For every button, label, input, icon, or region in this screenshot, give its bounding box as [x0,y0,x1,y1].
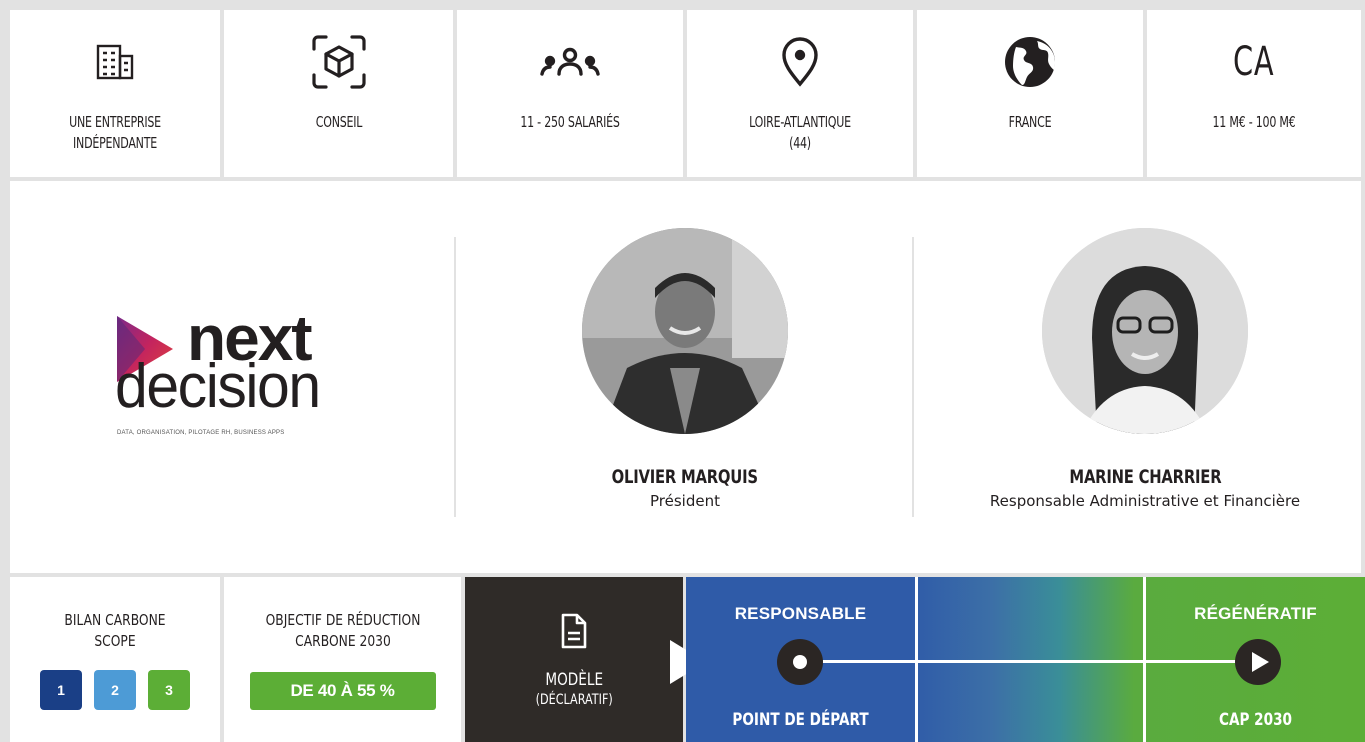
scale-line [802,660,1248,663]
scope-badge-2: 2 [94,670,136,710]
person-name: OLIVIER MARQUIS [611,466,759,488]
scale-start-caption: POINT DE DÉPART [732,710,869,730]
info-employees: 11 - 250 SALARIÉS [457,10,683,177]
company-panel: next decision DATA, ORGANISATION, PILOTA… [10,181,1361,573]
end-point-play-icon [1235,639,1281,685]
scale-start-label: RESPONSABLE [734,604,867,623]
model-cell: MODÈLE (DÉCLARATIF) [465,577,706,742]
company-type-label: UNE ENTREPRISE INDÉPENDANTE [69,113,161,152]
person-card: OLIVIER MARQUIS Président [475,228,895,510]
avatar [582,228,788,434]
model-subtitle: (DÉCLARATIF) [535,692,613,708]
globe-icon [1004,32,1056,92]
cube-scan-icon [310,32,368,92]
scope-badges: 1 2 3 [40,670,190,710]
building-icon [95,32,135,92]
scale-end-caption: CAP 2030 [1218,710,1293,730]
document-icon [561,613,587,654]
page-frame: UNE ENTREPRISE INDÉPENDANTE CONSEIL 11 -… [0,0,1365,742]
logo-tagline: DATA, ORGANISATION, PILOTAGE RH, BUSINES… [117,430,285,436]
revenue-icon-text: CA [1233,39,1275,85]
info-company-type: UNE ENTREPRISE INDÉPENDANTE [10,10,220,177]
company-logo: next decision DATA, ORGANISATION, PILOTA… [115,306,355,446]
panel-divider [454,237,456,517]
maturity-scale: RESPONSABLE RÉGÉNÉRATIF POINT DE DÉPART … [686,577,1365,742]
scale-end-label: RÉGÉNÉRATIF [1194,604,1317,623]
revenue-ca-icon: CA [1225,32,1282,92]
scope-badge-3: 3 [148,670,190,710]
person-card: MARINE CHARRIER Responsable Administrati… [935,228,1355,510]
location-label: LOIRE-ATLANTIQUE (44) [749,113,851,152]
team-icon [538,32,602,92]
avatar [1042,228,1248,434]
logo-word-decision: decision [115,352,321,421]
country-label: FRANCE [1008,113,1052,131]
carbon-objective-title: OBJECTIF DE RÉDUCTION CARBONE 2030 [265,611,420,650]
person-role: Président [650,492,720,510]
revenue-label: 11 M€ - 100 M€ [1212,113,1296,131]
scope-badge-1: 1 [40,670,82,710]
info-sector: CONSEIL [224,10,453,177]
start-point-icon [777,639,823,685]
panel-divider [912,237,914,517]
sector-label: CONSEIL [315,113,362,131]
carbon-objective-value: DE 40 À 55 % [249,672,436,710]
carbon-objective-cell: OBJECTIF DE RÉDUCTION CARBONE 2030 DE 40… [224,577,461,742]
location-pin-icon [780,32,820,92]
carbon-scope-title: BILAN CARBONE SCOPE [64,611,166,650]
info-location: LOIRE-ATLANTIQUE (44) [687,10,913,177]
person-role: Responsable Administrative et Financière [989,492,1301,510]
info-revenue: CA 11 M€ - 100 M€ [1147,10,1361,177]
model-title: MODÈLE [545,670,603,690]
model-label: MODÈLE (DÉCLARATIF) [535,670,612,710]
info-country: FRANCE [917,10,1143,177]
carbon-scope-cell: BILAN CARBONE SCOPE 1 2 3 [10,577,220,742]
employees-label: 11 - 250 SALARIÉS [520,113,620,131]
person-name: MARINE CHARRIER [1069,466,1221,488]
